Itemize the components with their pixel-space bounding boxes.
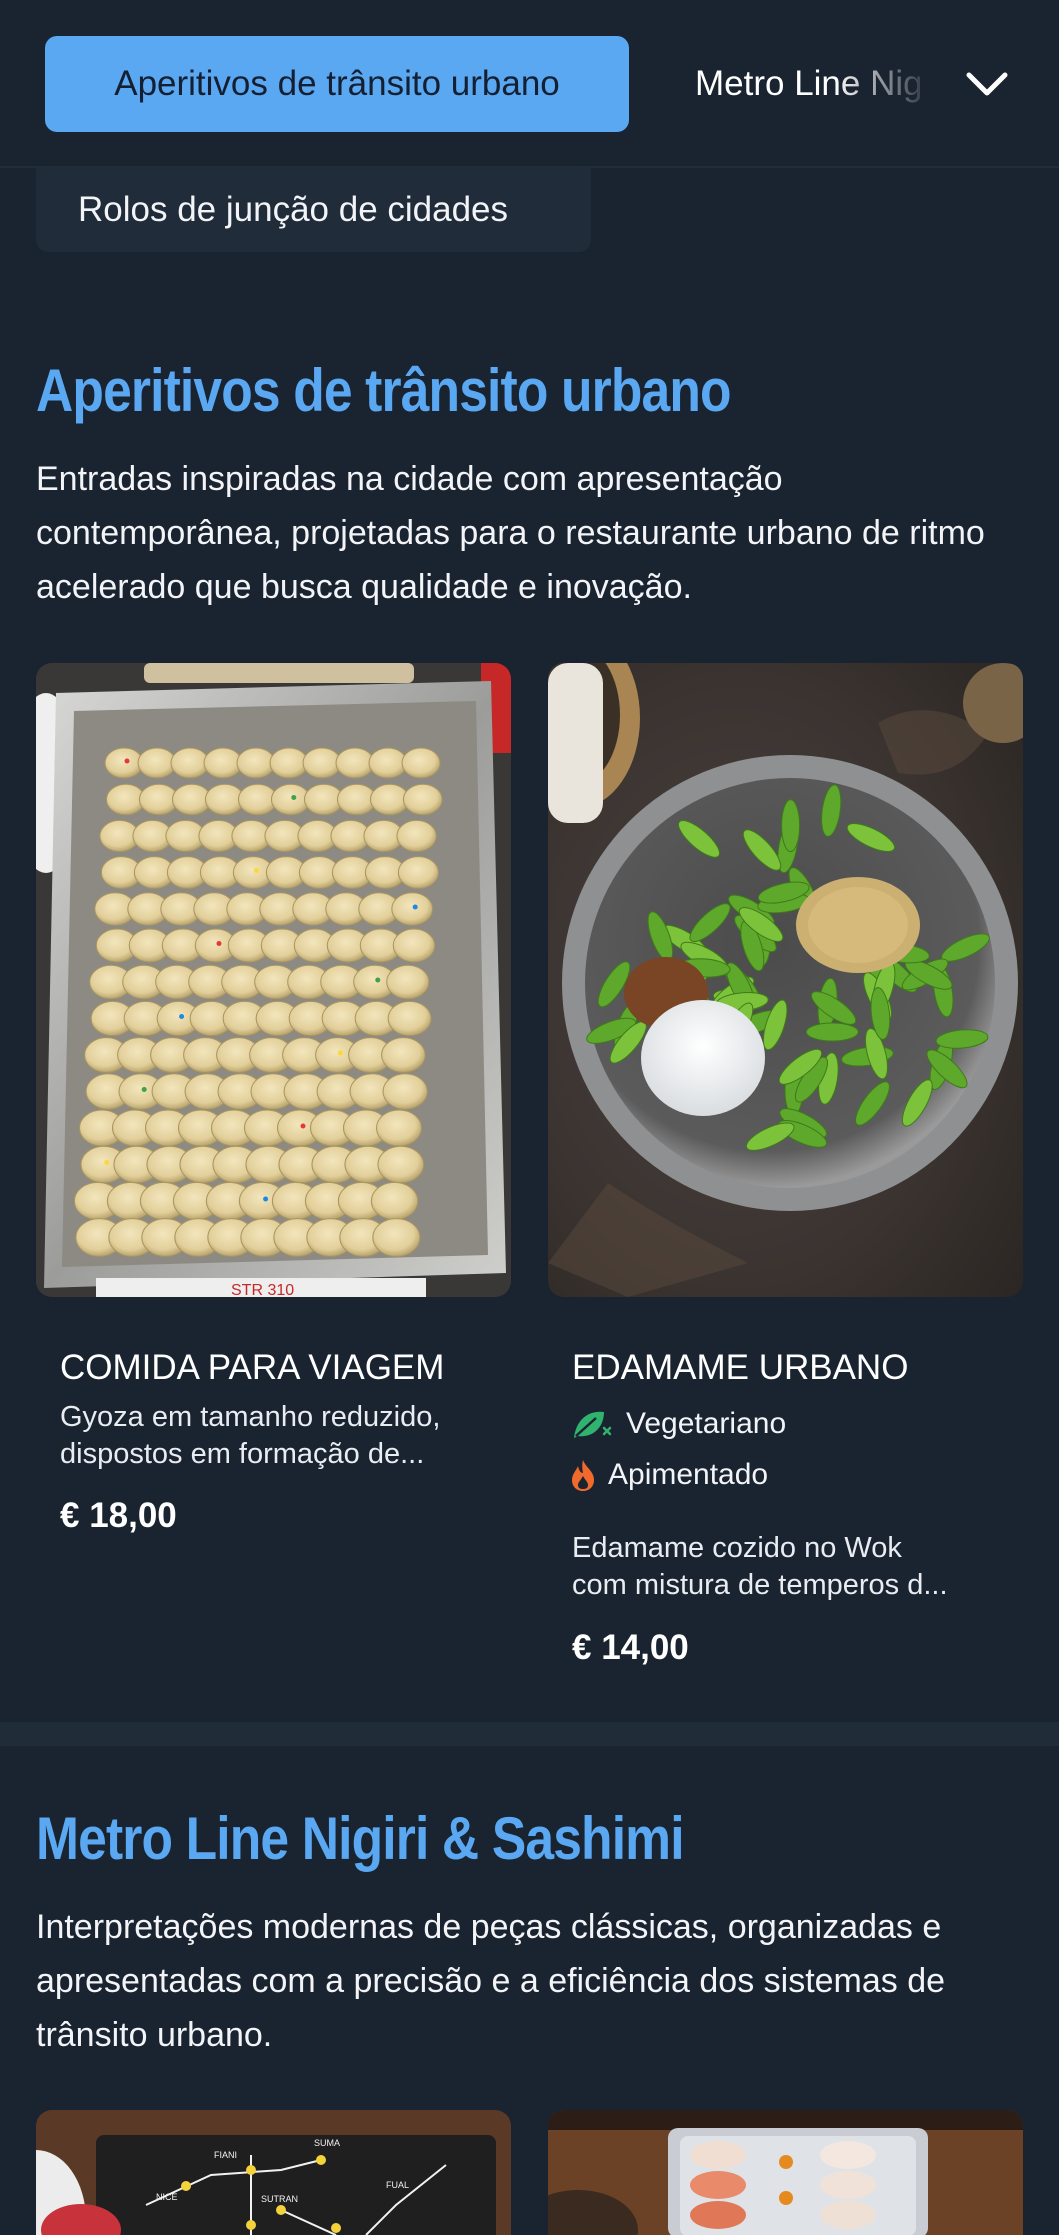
chevron-down-icon xyxy=(966,72,1008,96)
svg-text:SUMA: SUMA xyxy=(314,2138,340,2148)
nav-chip-label: Rolos de junção de cidades xyxy=(78,190,509,229)
section-divider xyxy=(0,1722,1059,1746)
sashimi-platter-image[interactable] xyxy=(548,2110,1023,2235)
item-name[interactable]: EDAMAME URBANO xyxy=(572,1348,908,1388)
tag-label: Vegetariano xyxy=(626,1407,787,1440)
item-description: Edamame cozido no Wok com mistura de tem… xyxy=(572,1530,1012,1604)
nigiri-map-image[interactable]: FIANI SUMA NICE SUTRAN FUAL xyxy=(36,2110,511,2235)
item-description-line: Gyoza em tamanho reduzido, xyxy=(60,1401,441,1433)
svg-text:FUAL: FUAL xyxy=(386,2180,409,2190)
nav-chip-nigiri[interactable]: Metro Line Nigiri & Sashimi xyxy=(695,36,920,132)
spicy-tag: Apimentado xyxy=(570,1458,768,1492)
item-description-line: dispostos em formação de... xyxy=(60,1438,425,1470)
gyoza-tray-image[interactable]: STR 310 xyxy=(36,663,511,1297)
item-price: € 18,00 xyxy=(60,1496,177,1535)
category-nav: Aperitivos de trânsito urbano Metro Line… xyxy=(0,0,1059,168)
item-description: Gyoza em tamanho reduzido, dispostos em … xyxy=(60,1399,500,1473)
svg-text:SUTRAN: SUTRAN xyxy=(261,2194,298,2204)
edamame-bowl-image[interactable] xyxy=(548,663,1023,1297)
spicy-flame-icon xyxy=(572,1460,594,1491)
nav-chip-rolls[interactable]: Rolos de junção de cidades xyxy=(36,168,591,252)
item-name[interactable]: COMIDA PARA VIAGEM xyxy=(60,1348,444,1388)
nav-chip-label: Aperitivos de trânsito urbano xyxy=(114,64,560,103)
svg-text:NICE: NICE xyxy=(156,2192,178,2202)
item-price: € 14,00 xyxy=(572,1628,689,1667)
section-title: Metro Line Nigiri & Sashimi xyxy=(36,1805,685,1872)
svg-text:STR 310: STR 310 xyxy=(231,1282,294,1297)
section-description: Interpretações modernas de peças clássic… xyxy=(36,1908,946,2054)
item-description-line: Edamame cozido no Wok xyxy=(572,1532,902,1564)
nav-chip-appetizers[interactable]: Aperitivos de trânsito urbano xyxy=(45,36,629,132)
svg-text:FIANI: FIANI xyxy=(214,2150,237,2160)
nav-expand-toggle[interactable] xyxy=(955,56,1019,112)
vegetarian-tag: Vegetariano xyxy=(570,1406,786,1442)
vegetarian-leaf-icon xyxy=(574,1411,612,1438)
nav-chip-label: Metro Line Nigiri & Sashimi xyxy=(695,64,920,103)
section-description: Entradas inspiradas na cidade com aprese… xyxy=(36,460,985,606)
item-description-line: com mistura de temperos d... xyxy=(572,1569,948,1601)
section-title: Aperitivos de trânsito urbano xyxy=(36,357,732,424)
tag-label: Apimentado xyxy=(608,1458,769,1491)
